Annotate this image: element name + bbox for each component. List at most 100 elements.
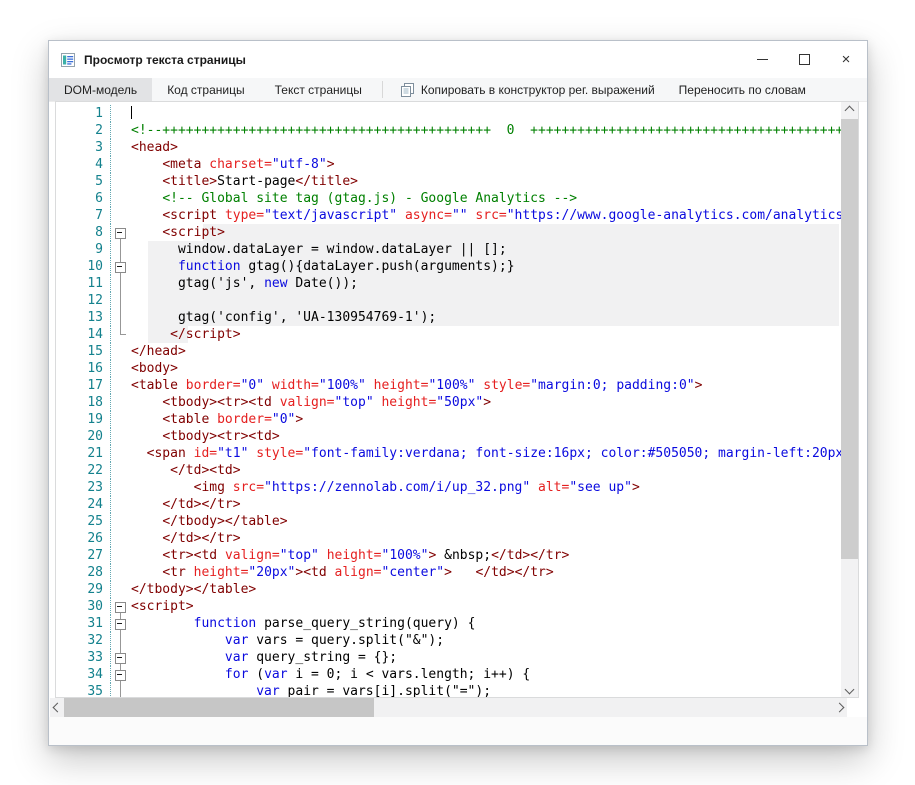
code-line: 11 gtag('js', new Date()); [56, 275, 841, 292]
chevron-up-icon [845, 105, 855, 115]
line-number: 22 [56, 462, 111, 479]
fold-toggle[interactable] [111, 615, 131, 632]
code-line: 24 </td></tr> [56, 496, 841, 513]
code-line: 21 <span id="t1" style="font-family:verd… [56, 445, 841, 462]
copy-to-regex-button[interactable]: Копировать в конструктор рег. выражений [388, 78, 667, 101]
fold-gutter [111, 139, 131, 156]
fold-toggle[interactable] [111, 666, 131, 683]
fold-toggle[interactable] [111, 649, 131, 666]
code-line: 9 window.dataLayer = window.dataLayer ||… [56, 241, 841, 258]
fold-gutter [111, 326, 131, 343]
code-text: <script> [131, 224, 841, 241]
line-number: 16 [56, 360, 111, 377]
collapse-icon[interactable] [115, 670, 126, 681]
code-text: <script> [131, 598, 841, 615]
line-number: 30 [56, 598, 111, 615]
toolbar: DOM-модельКод страницыТекст страницы Коп… [49, 78, 867, 102]
collapse-icon[interactable] [115, 619, 126, 630]
code-text: var query_string = {}; [131, 649, 841, 666]
code-text: function gtag(){dataLayer.push(arguments… [131, 258, 841, 275]
fold-gutter [111, 377, 131, 394]
tab-page-code[interactable]: Код страницы [152, 78, 259, 101]
code-line: 35 var pair = vars[i].split("="); [56, 683, 841, 698]
code-line: 33 var query_string = {}; [56, 649, 841, 666]
fold-gutter [111, 547, 131, 564]
code-line: 19 <table border="0"> [56, 411, 841, 428]
close-button[interactable]: × [825, 41, 867, 78]
fold-gutter [111, 530, 131, 547]
code-text: </tbody></table> [131, 581, 841, 598]
fold-toggle[interactable] [111, 258, 131, 275]
scroll-right-button[interactable] [832, 698, 847, 717]
line-number: 7 [56, 207, 111, 224]
horizontal-scroll-thumb[interactable] [64, 698, 374, 717]
fold-gutter [111, 445, 131, 462]
code-line: 20 <tbody><tr><td> [56, 428, 841, 445]
tab-dom-model[interactable]: DOM-модель [49, 78, 152, 101]
fold-gutter [111, 411, 131, 428]
code-text: gtag('config', 'UA-130954769-1'); [131, 309, 841, 326]
line-number: 26 [56, 530, 111, 547]
collapse-icon[interactable] [115, 228, 126, 239]
minimize-icon [757, 59, 768, 60]
titlebar: Просмотр текста страницы × [49, 41, 867, 78]
line-number: 5 [56, 173, 111, 190]
fold-toggle[interactable] [111, 224, 131, 241]
line-number: 20 [56, 428, 111, 445]
fold-gutter [111, 173, 131, 190]
code-text: <table border="0" width="100%" height="1… [131, 377, 841, 394]
code-line: 23 <img src="https://zennolab.com/i/up_3… [56, 479, 841, 496]
chevron-down-icon [845, 684, 855, 694]
tab-page-text[interactable]: Текст страницы [260, 78, 377, 101]
collapse-icon[interactable] [115, 262, 126, 273]
fold-toggle[interactable] [111, 598, 131, 615]
vertical-scroll-thumb[interactable] [841, 119, 858, 559]
code-line: 5 <title>Start-page</title> [56, 173, 841, 190]
code-text: <head> [131, 139, 841, 156]
fold-gutter [111, 479, 131, 496]
code-text: <tbody><tr><td valign="top" height="50px… [131, 394, 841, 411]
fold-gutter [111, 190, 131, 207]
horizontal-scrollbar[interactable] [50, 698, 847, 717]
code-text: <title>Start-page</title> [131, 173, 841, 190]
code-line: 6 <!-- Global site tag (gtag.js) - Googl… [56, 190, 841, 207]
collapse-icon[interactable] [115, 602, 126, 613]
code-line: 2<!--+++++++++++++++++++++++++++++++++++… [56, 122, 841, 139]
code-line: 22 </td><td> [56, 462, 841, 479]
code-line: 25 </tbody></table> [56, 513, 841, 530]
code-line: 12 [56, 292, 841, 309]
code-line: 34 for (var i = 0; i < vars.length; i++)… [56, 666, 841, 683]
window-footer [49, 717, 867, 745]
code-text: var pair = vars[i].split("="); [131, 683, 841, 698]
code-editor[interactable]: 12<!--++++++++++++++++++++++++++++++++++… [55, 101, 859, 698]
code-text: <script type="text/javascript" async="" … [131, 207, 841, 224]
fold-gutter [111, 122, 131, 139]
toolbar-separator [382, 81, 383, 98]
line-number: 12 [56, 292, 111, 309]
scroll-left-button[interactable] [50, 698, 65, 717]
code-line: 18 <tbody><tr><td valign="top" height="5… [56, 394, 841, 411]
code-text: <meta charset="utf-8"> [131, 156, 841, 173]
scroll-down-button[interactable] [841, 681, 858, 697]
code-text: <tr height="20px"><td align="center"> </… [131, 564, 841, 581]
fold-gutter [111, 360, 131, 377]
code-text: </head> [131, 343, 841, 360]
fold-gutter [111, 564, 131, 581]
code-text: function parse_query_string(query) { [131, 615, 841, 632]
line-number: 4 [56, 156, 111, 173]
collapse-icon[interactable] [115, 653, 126, 664]
code-line: 15</head> [56, 343, 841, 360]
minimize-button[interactable] [741, 41, 783, 78]
code-text: <body> [131, 360, 841, 377]
line-number: 2 [56, 122, 111, 139]
line-number: 35 [56, 683, 111, 698]
fold-gutter [111, 683, 131, 698]
code-text: </tbody></table> [131, 513, 841, 530]
line-number: 33 [56, 649, 111, 666]
line-number: 32 [56, 632, 111, 649]
scroll-up-button[interactable] [841, 102, 858, 118]
line-number: 21 [56, 445, 111, 462]
word-wrap-toggle[interactable]: Переносить по словам [667, 78, 818, 101]
maximize-button[interactable] [783, 41, 825, 78]
vertical-scrollbar[interactable] [841, 102, 858, 697]
